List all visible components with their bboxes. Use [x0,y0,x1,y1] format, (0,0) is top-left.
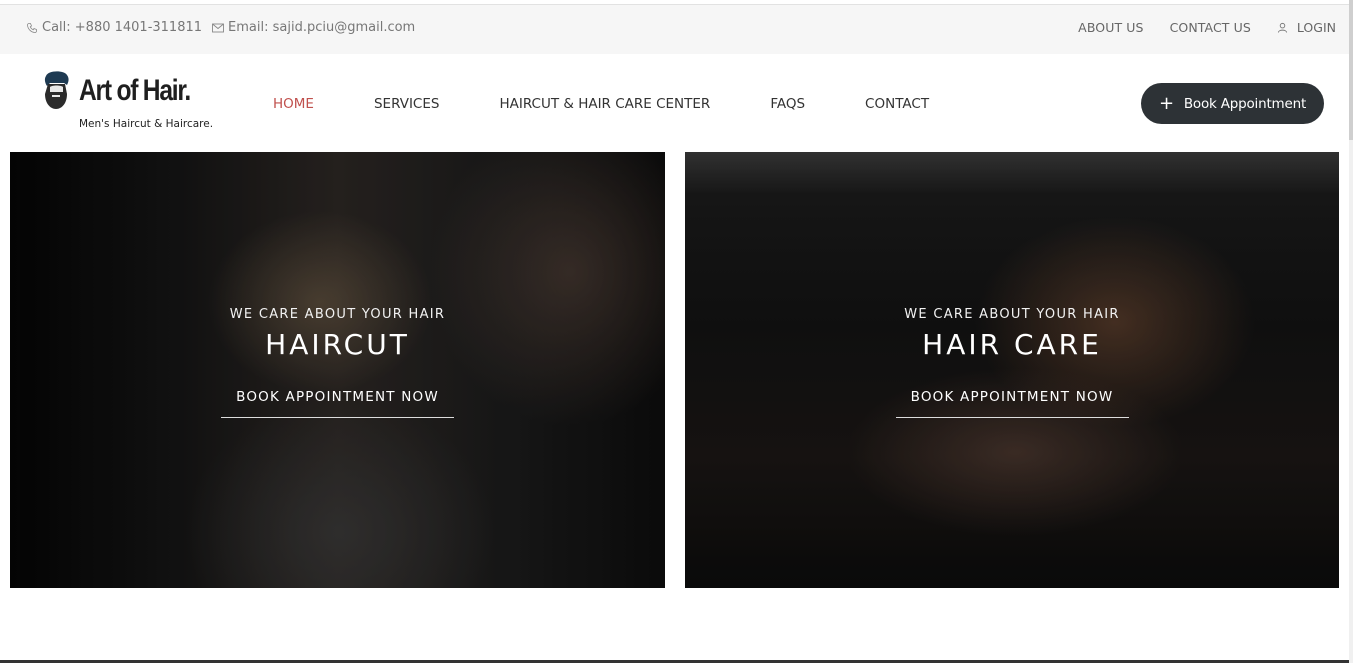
plus-icon: + [1158,92,1174,114]
nav-haircut-hair-care-center[interactable]: HAIRCUT & HAIR CARE CENTER [499,96,710,112]
contact-info: Call: +880 1401-311811 Email: sajid.pciu… [26,20,425,35]
haircut-caption: WE CARE ABOUT YOUR HAIR HAIRCUT BOOK APP… [10,307,665,418]
scrollbar-thumb[interactable] [1349,0,1353,140]
nav-home[interactable]: HOME [273,96,314,112]
haircut-title: HAIRCUT [265,328,410,361]
login-link[interactable]: LOGIN [1277,20,1336,35]
about-us-link[interactable]: ABOUT US [1078,20,1143,35]
top-links: ABOUT US CONTACT US LOGIN [1052,20,1336,35]
nav-services[interactable]: SERVICES [374,96,439,112]
login-label: LOGIN [1296,20,1336,35]
main-nav: HOME SERVICES HAIRCUT & HAIR CARE CENTER… [273,96,989,112]
user-icon [1277,22,1287,33]
hair-care-title: HAIR CARE [922,328,1102,361]
phone-text: Call: +880 1401-311811 [42,20,203,35]
book-appointment-label: Book Appointment [1183,95,1307,112]
logo-tagline: Men's Haircut & Haircare. [79,118,214,130]
haircut-book-link[interactable]: BOOK APPOINTMENT NOW [221,389,454,418]
email-info: Email: sajid.pciu@gmail.com [212,20,415,35]
mail-icon [212,23,224,32]
haircut-kicker: WE CARE ABOUT YOUR HAIR [229,307,446,322]
hair-care-book-link[interactable]: BOOK APPOINTMENT NOW [895,389,1129,418]
email-text: Email: sajid.pciu@gmail.com [228,20,416,35]
haircut-card: WE CARE ABOUT YOUR HAIR HAIRCUT BOOK APP… [10,152,665,588]
hair-care-kicker: WE CARE ABOUT YOUR HAIR [904,307,1120,322]
top-bar: Call: +880 1401-311811 Email: sajid.pciu… [0,4,1349,54]
hair-care-caption: WE CARE ABOUT YOUR HAIR HAIR CARE BOOK A… [685,307,1339,418]
page-scrollbar[interactable] [1349,0,1353,663]
logo-name: Art of Hair. [79,74,191,107]
book-appointment-button[interactable]: + Book Appointment [1141,83,1324,124]
phone-info: Call: +880 1401-311811 [26,20,202,35]
main-header: Art of Hair. Men's Haircut & Haircare. H… [0,54,1349,152]
nav-contact[interactable]: CONTACT [865,96,929,112]
contact-us-link[interactable]: CONTACT US [1170,20,1251,35]
site-logo[interactable]: Art of Hair. Men's Haircut & Haircare. [40,70,230,134]
nav-faqs[interactable]: FAQS [770,96,805,112]
phone-icon [27,22,37,33]
hair-care-card: WE CARE ABOUT YOUR HAIR HAIR CARE BOOK A… [685,152,1339,588]
bearded-man-icon [44,71,69,109]
